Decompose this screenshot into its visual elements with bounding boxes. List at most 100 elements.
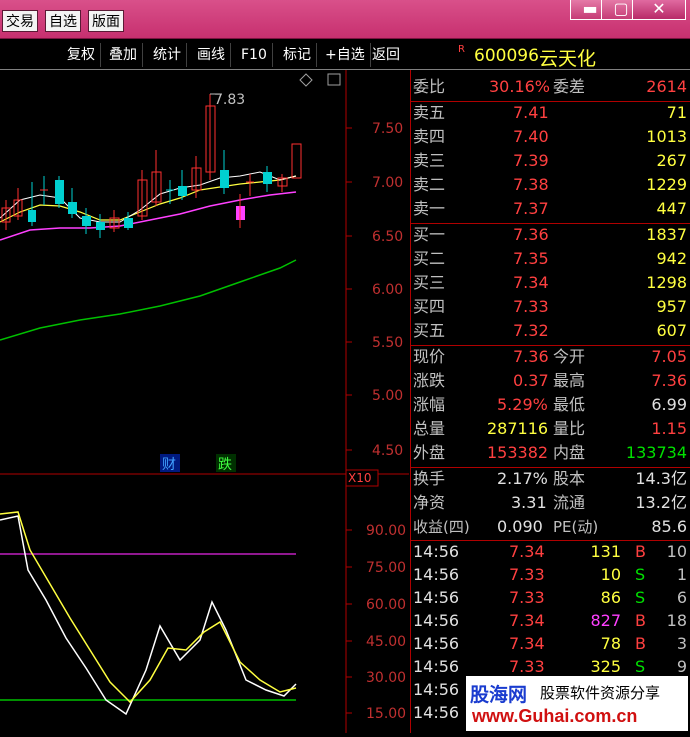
tick-count: 9 (676, 657, 687, 676)
ask-row[interactable]: 卖五 7.41 71 (411, 102, 690, 124)
stat-value: 1.15 (651, 419, 687, 438)
tool-mark[interactable]: 标记 (278, 43, 317, 67)
watermark-brand: 股海网 (470, 684, 528, 706)
stat-label: 今开 (553, 347, 586, 366)
bid-label: 买五 (413, 321, 446, 340)
trade-button[interactable]: 交易 (2, 10, 38, 32)
fund-label: 收益(四) (413, 518, 470, 536)
fund-label: 净资 (413, 493, 446, 512)
tool-overlay[interactable]: 叠加 (104, 43, 143, 67)
tick-volume: 86 (600, 588, 621, 607)
tick-price: 7.33 (509, 588, 545, 607)
ask-volume: 267 (656, 151, 687, 170)
stat-value: 0.37 (513, 371, 549, 390)
tick-side: S (635, 565, 646, 584)
stat-value: 153382 (487, 443, 549, 462)
tool-add-watchlist[interactable]: +自选 (320, 43, 371, 67)
tick-row[interactable]: 14:56 7.34 131 B 10 (411, 541, 690, 563)
tick-price: 7.33 (509, 565, 545, 584)
stat-row: 总量 287116 量比 1.15 (411, 418, 690, 440)
bid-price: 7.35 (513, 249, 549, 268)
tick-time: 14:56 (413, 703, 460, 722)
tick-price: 7.33 (509, 657, 545, 676)
stat-label: 最高 (553, 371, 586, 390)
bid-price: 7.34 (513, 273, 549, 292)
price-ticks (346, 127, 352, 451)
bid-label: 买二 (413, 249, 446, 268)
bid-row[interactable]: 买三 7.34 1298 (411, 272, 690, 294)
kline-svg: 7.50 7.00 6.50 6.00 5.50 5.00 4.50 7.83 … (0, 70, 409, 733)
tick-side: B (635, 542, 646, 561)
tool-f10[interactable]: F10 (236, 43, 273, 67)
fund-value: 2.17% (497, 469, 548, 488)
price-tick-label: 6.00 (372, 282, 403, 298)
panel-toggle-icon[interactable] (327, 73, 341, 86)
tick-time: 14:56 (413, 565, 460, 584)
tick-row[interactable]: 14:56 7.33 325 S 9 (411, 656, 690, 678)
tick-side: B (635, 611, 646, 630)
tick-row[interactable]: 14:56 7.33 10 S 1 (411, 564, 690, 586)
tool-stats[interactable]: 统计 (148, 43, 187, 67)
tick-row[interactable]: 14:56 7.33 86 S 6 (411, 587, 690, 609)
stat-row: 外盘 153382 内盘 133734 (411, 442, 690, 464)
tick-side: B (635, 634, 646, 653)
tick-time: 14:56 (413, 657, 460, 676)
indicator-white-line (0, 515, 297, 716)
stat-value: 7.05 (651, 347, 687, 366)
ask-row[interactable]: 卖四 7.40 1013 (411, 126, 690, 148)
tick-volume: 10 (600, 565, 621, 584)
bid-row[interactable]: 买五 7.32 607 (411, 320, 690, 342)
weicha-value: 2614 (646, 77, 687, 96)
tool-back[interactable]: 返回 (367, 43, 405, 67)
ask-row[interactable]: 卖一 7.37 447 (411, 198, 690, 220)
tick-row[interactable]: 14:56 7.34 78 B 3 (411, 633, 690, 655)
price-tick-label: 5.50 (372, 335, 403, 351)
bid-price: 7.32 (513, 321, 549, 340)
title-bar: 交易 自选 版面 ▬ ▢ ✕ (0, 0, 690, 39)
watchlist-button[interactable]: 自选 (45, 10, 81, 32)
close-button[interactable]: ✕ (632, 0, 686, 20)
tick-time: 14:56 (413, 634, 460, 653)
tick-row[interactable]: 14:56 7.34 827 B 18 (411, 610, 690, 632)
indicator-tick-label: 75.00 (366, 560, 406, 576)
bid-volume: 957 (656, 297, 687, 316)
bid-volume: 1298 (646, 273, 687, 292)
peak-label: 7.83 (214, 92, 245, 108)
diamond-icon[interactable] (299, 73, 313, 87)
stat-value: 7.36 (651, 371, 687, 390)
ask-row[interactable]: 卖二 7.38 1229 (411, 174, 690, 196)
tick-count: 6 (676, 588, 687, 607)
ma-green-line (0, 259, 297, 341)
tick-count: 18 (666, 611, 687, 630)
tick-price: 7.34 (509, 542, 545, 561)
stat-value: 7.36 (513, 347, 549, 366)
ask-label: 卖二 (413, 175, 446, 194)
bid-row[interactable]: 买二 7.35 942 (411, 248, 690, 270)
bid-row[interactable]: 买一 7.36 1837 (411, 224, 690, 246)
stat-row: 涨跌 0.37 最高 7.36 (411, 370, 690, 392)
kline-chart[interactable]: 7.50 7.00 6.50 6.00 5.50 5.00 4.50 7.83 … (0, 70, 409, 733)
tool-draw[interactable]: 画线 (192, 43, 231, 67)
stat-row: 现价 7.36 今开 7.05 (411, 346, 690, 368)
ask-price: 7.40 (513, 127, 549, 146)
price-tick-label: 7.50 (372, 121, 403, 137)
tool-fuquan[interactable]: 复权 (62, 43, 101, 67)
watermark-url: www.Guhai.com.cn (472, 706, 638, 726)
finance-marker-label: 财 (162, 457, 176, 473)
layout-button[interactable]: 版面 (88, 10, 124, 32)
fund-value: 0.090 (497, 517, 543, 536)
stat-value: 6.99 (651, 395, 687, 414)
bid-row[interactable]: 买四 7.33 957 (411, 296, 690, 318)
drop-marker-label: 跌 (218, 457, 232, 473)
indicator-tick-label: 15.00 (366, 706, 406, 722)
quote-panel: 委比 30.16% 委差 2614 卖五 7.41 71 卖四 7.40 101… (410, 70, 690, 733)
bid-label: 买一 (413, 225, 446, 244)
price-tick-label: 6.50 (372, 229, 403, 245)
tick-count: 3 (676, 634, 687, 653)
weibi-row: 委比 30.16% 委差 2614 (411, 76, 690, 98)
price-tick-label: 7.00 (372, 175, 403, 191)
bid-label: 买四 (413, 297, 446, 316)
ask-row[interactable]: 卖三 7.39 267 (411, 150, 690, 172)
ask-price: 7.41 (513, 103, 549, 122)
tick-count: 10 (666, 542, 687, 561)
